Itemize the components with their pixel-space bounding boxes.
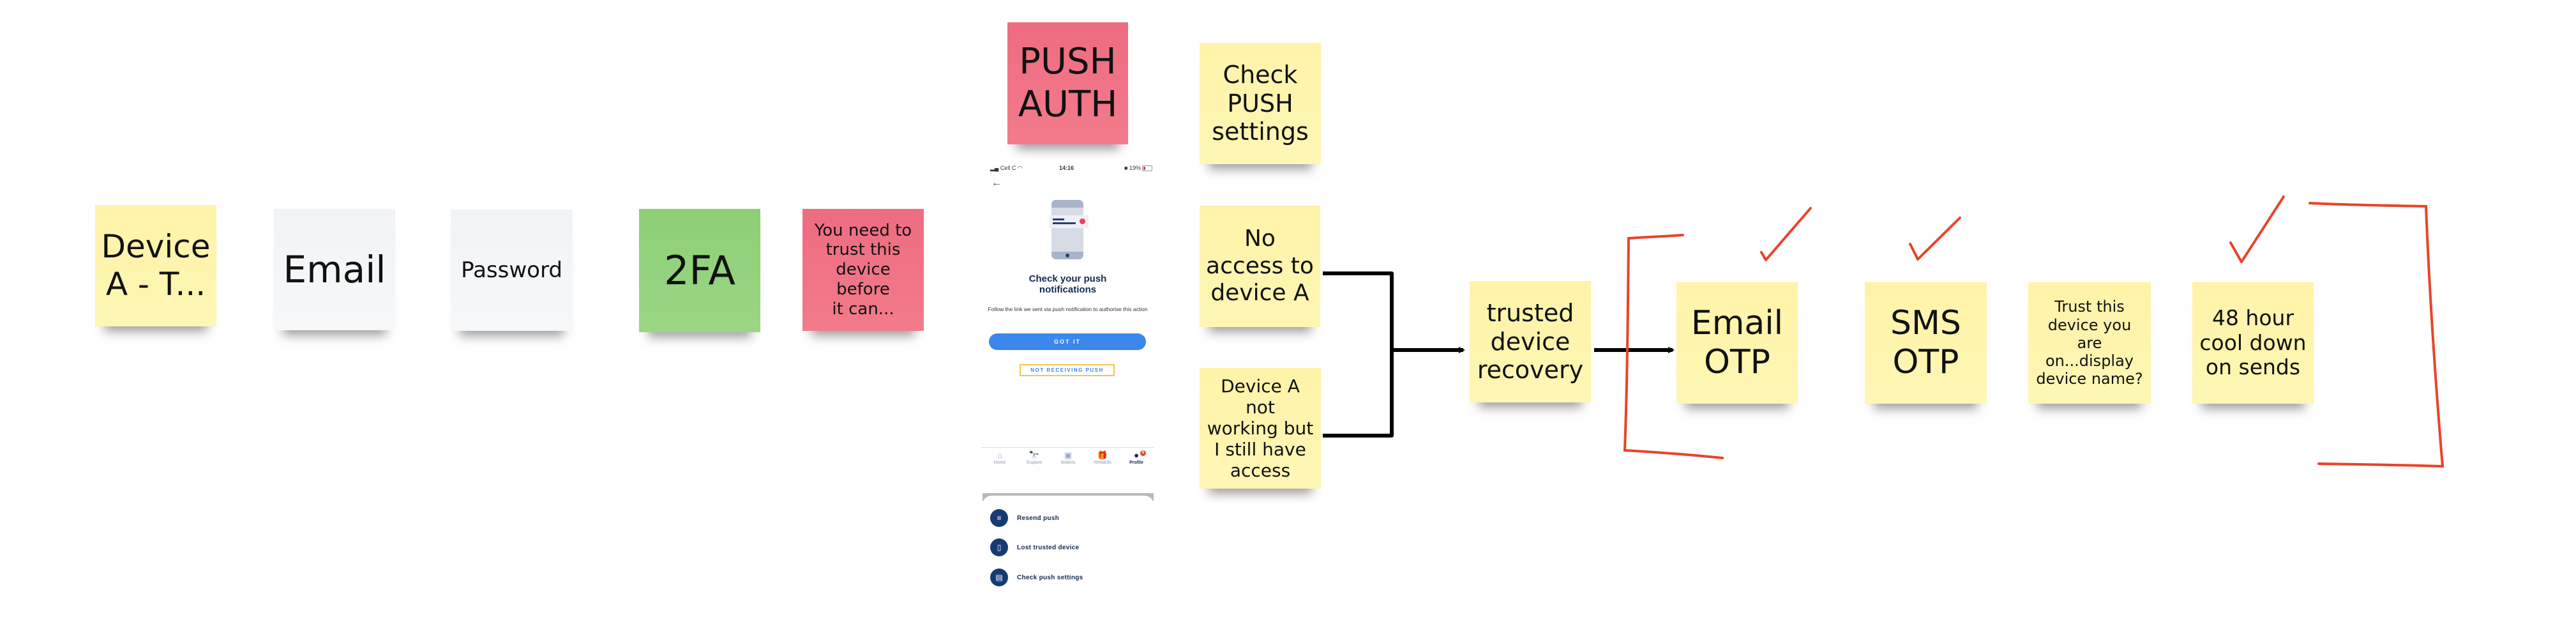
- tab-profile[interactable]: ● Profile 6: [1119, 450, 1154, 465]
- note-text: Trust this device you are on...display d…: [2036, 298, 2143, 388]
- battery-percent: 19%: [1129, 165, 1141, 171]
- note-text: No access to device A: [1206, 225, 1314, 307]
- document-icon: ▤: [990, 568, 1008, 586]
- phone-screenshot[interactable]: ▂▄ Cell C ◠ 14:16 ■ 19% ← Check your pus…: [981, 162, 1154, 611]
- sticky-note-push-auth[interactable]: PUSH AUTH: [1007, 22, 1128, 144]
- tab-label: Wallets: [1060, 461, 1076, 465]
- sticky-note-cooldown[interactable]: 48 hour cool down on sends: [2192, 282, 2314, 404]
- notification-dot-icon: [1080, 218, 1085, 224]
- sticky-note-email-otp[interactable]: Email OTP: [1676, 282, 1798, 404]
- sticky-note-trusted-device-recovery[interactable]: trusted device recovery: [1470, 281, 1591, 402]
- note-text: Password: [461, 257, 562, 283]
- note-text: trusted device recovery: [1477, 298, 1584, 385]
- message-icon: ≡: [990, 509, 1008, 527]
- back-arrow-icon[interactable]: ←: [991, 178, 1002, 189]
- gift-icon: 🎁: [1097, 450, 1108, 460]
- wallet-icon: ▣: [1064, 450, 1073, 460]
- clock: 14:16: [1059, 165, 1074, 171]
- tab-label: Explore: [1027, 461, 1042, 465]
- sheet-item-label: Resend push: [1017, 514, 1060, 522]
- note-text: Email OTP: [1691, 303, 1784, 381]
- sheet-item-label: Check push settings: [1017, 574, 1083, 581]
- connector-no-access: [1323, 271, 1394, 438]
- home-icon: ⌂: [997, 450, 1002, 460]
- status-bar: ▂▄ Cell C ◠ 14:16 ■ 19%: [981, 165, 1154, 175]
- notification-card-illustration: [1049, 215, 1088, 228]
- note-text: 2FA: [664, 247, 735, 294]
- illustration-line: [1053, 222, 1076, 224]
- note-text: Device A not working but I still have ac…: [1207, 375, 1314, 482]
- note-text: Device A - T...: [101, 228, 211, 303]
- note-text: You need to trust this device before it …: [814, 220, 912, 319]
- checkmark-cooldown-icon: [2229, 195, 2285, 263]
- sheet-item-lost-trusted-device[interactable]: ▯ Lost trusted device: [990, 538, 1079, 557]
- note-text: SMS OTP: [1890, 303, 1961, 381]
- tab-label: Home: [993, 461, 1006, 465]
- right-bracket-annotation: [2309, 202, 2444, 468]
- sheet-item-check-push-settings[interactable]: ▤ Check push settings: [990, 568, 1083, 587]
- battery-status: ■ 19%: [1124, 165, 1153, 172]
- sticky-note-trust-before[interactable]: You need to trust this device before it …: [802, 209, 924, 331]
- carrier-name: Cell C: [1000, 165, 1016, 171]
- note-text: Check PUSH settings: [1212, 60, 1309, 146]
- tab-home[interactable]: ⌂ Home: [983, 450, 1017, 465]
- checkmark-sms-otp-icon: [1909, 217, 1961, 261]
- carrier-label: ▂▄ Cell C ◠: [990, 165, 1023, 171]
- screen-title: Check your push notifications: [1028, 273, 1107, 295]
- checkmark-email-otp-icon: [1760, 207, 1812, 261]
- screen-subtitle: Follow the link we sent via push notific…: [988, 306, 1148, 312]
- note-text: PUSH AUTH: [1018, 41, 1118, 125]
- sticky-note-2fa[interactable]: 2FA: [639, 209, 760, 332]
- sticky-note-not-working[interactable]: Device A not working but I still have ac…: [1200, 368, 1321, 489]
- wifi-icon: ◠: [1017, 165, 1023, 171]
- sticky-note-sms-otp[interactable]: SMS OTP: [1865, 282, 1987, 404]
- notification-badge: 6: [1140, 450, 1146, 456]
- sticky-note-password[interactable]: Password: [451, 210, 573, 331]
- illustration-line: [1053, 218, 1064, 220]
- sticky-note-trust-this-device[interactable]: Trust this device you are on...display d…: [2028, 282, 2151, 404]
- sticky-note-check-push-settings[interactable]: Check PUSH settings: [1200, 43, 1321, 164]
- sticky-note-email[interactable]: Email: [274, 209, 395, 330]
- sticky-note-device-a[interactable]: Device A - T...: [95, 205, 216, 326]
- battery-icon: [1142, 165, 1153, 172]
- profile-icon: ●: [1134, 450, 1139, 460]
- tab-explore[interactable]: 🔭 Explore: [1017, 450, 1051, 465]
- got-it-button[interactable]: GOT IT: [989, 333, 1146, 350]
- sheet-item-label: Lost trusted device: [1017, 544, 1080, 551]
- note-text: Email: [283, 247, 386, 291]
- not-receiving-push-button[interactable]: NOT RECEIVING PUSH: [1020, 364, 1115, 376]
- sticky-note-no-access[interactable]: No access to device A: [1200, 206, 1320, 327]
- tab-wallets[interactable]: ▣ Wallets: [1051, 450, 1085, 465]
- action-sheet: ≡ Resend push ▯ Lost trusted device ▤ Check…: [983, 496, 1154, 611]
- illustration-top-bar: [1051, 200, 1083, 208]
- tab-label: Profile: [1129, 461, 1143, 465]
- phone-illustration-icon: [1051, 200, 1083, 259]
- illustration-home-button: [1066, 254, 1069, 257]
- note-text: 48 hour cool down on sends: [2199, 305, 2307, 380]
- tab-label: Rewards: [1094, 461, 1111, 465]
- bottom-tab-bar: ⌂ Home 🔭 Explore ▣ Wallets 🎁 Rewards ● Profil…: [981, 447, 1154, 473]
- mobile-device-icon: ▯: [990, 538, 1008, 556]
- alarm-icon: ■: [1124, 165, 1128, 171]
- sheet-item-resend-push[interactable]: ≡ Resend push: [990, 508, 1059, 528]
- tab-rewards[interactable]: 🎁 Rewards: [1085, 450, 1120, 465]
- telescope-icon: 🔭: [1028, 450, 1040, 460]
